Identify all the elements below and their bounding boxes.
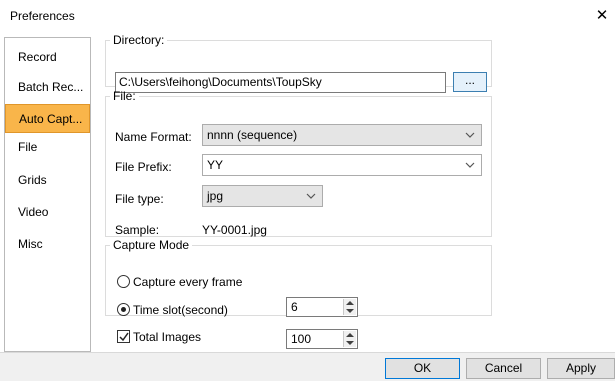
time-slot-value: 6 bbox=[291, 300, 298, 314]
ok-button[interactable]: OK bbox=[385, 358, 460, 379]
cancel-button[interactable]: Cancel bbox=[466, 358, 541, 379]
directory-legend: Directory: bbox=[113, 33, 165, 47]
sidebar-item-record[interactable]: Record bbox=[5, 43, 90, 72]
chevron-down-icon bbox=[306, 186, 316, 199]
file-type-value: jpg bbox=[207, 189, 224, 203]
capture-every-frame-label[interactable]: Capture every frame bbox=[133, 275, 242, 289]
file-prefix-value: YY bbox=[207, 158, 224, 172]
arrow-down-icon[interactable] bbox=[346, 341, 354, 345]
total-images-checkbox[interactable] bbox=[117, 330, 130, 343]
sidebar-item-auto-capture[interactable]: Auto Capt... bbox=[5, 104, 90, 133]
time-slot-radio[interactable] bbox=[117, 303, 130, 316]
directory-group: Directory: C:\Users\feihong\Documents\To… bbox=[105, 33, 492, 93]
capture-every-frame-radio[interactable] bbox=[117, 275, 130, 288]
spinner-arrows[interactable] bbox=[343, 331, 356, 347]
file-legend: File: bbox=[113, 89, 136, 103]
sidebar-item-video[interactable]: Video bbox=[5, 198, 90, 227]
arrow-up-icon[interactable] bbox=[346, 333, 354, 337]
arrow-up-icon[interactable] bbox=[346, 301, 354, 305]
sample-label: Sample: bbox=[115, 223, 160, 237]
file-group: File: Name Format: nnnn (sequence) File … bbox=[105, 89, 492, 237]
capture-mode-legend: Capture Mode bbox=[113, 238, 190, 252]
file-type-label: File type: bbox=[115, 192, 164, 206]
total-images-spinner[interactable]: 100 bbox=[286, 329, 358, 349]
spinner-arrows[interactable] bbox=[343, 299, 356, 315]
dialog-footer: OK Cancel Apply bbox=[0, 352, 615, 381]
total-images-label[interactable]: Total Images bbox=[133, 330, 201, 344]
sidebar-item-grids[interactable]: Grids bbox=[5, 166, 90, 195]
name-format-value: nnnn (sequence) bbox=[207, 128, 298, 142]
time-slot-spinner[interactable]: 6 bbox=[286, 297, 358, 317]
sidebar-item-misc[interactable]: Misc bbox=[5, 230, 90, 259]
total-images-value: 100 bbox=[291, 332, 312, 346]
file-prefix-combo[interactable]: YY bbox=[202, 154, 482, 176]
file-type-select[interactable]: jpg bbox=[202, 185, 323, 207]
chevron-down-icon bbox=[465, 125, 475, 138]
window-title: Preferences bbox=[10, 9, 75, 23]
file-prefix-label: File Prefix: bbox=[115, 160, 172, 174]
capture-mode-group: Capture Mode Capture every frame Time sl… bbox=[105, 238, 492, 317]
close-icon[interactable]: ✕ bbox=[590, 4, 614, 28]
name-format-label: Name Format: bbox=[115, 130, 192, 144]
apply-button[interactable]: Apply bbox=[547, 358, 615, 379]
sample-value: YY-0001.jpg bbox=[202, 223, 267, 237]
sidebar: Record Batch Rec... Auto Capt... File Gr… bbox=[4, 37, 91, 352]
chevron-down-icon bbox=[465, 155, 475, 168]
name-format-select[interactable]: nnnn (sequence) bbox=[202, 124, 482, 146]
sidebar-item-file[interactable]: File bbox=[5, 133, 90, 162]
settings-panel: Directory: C:\Users\feihong\Documents\To… bbox=[99, 33, 615, 352]
time-slot-label[interactable]: Time slot(second) bbox=[133, 303, 228, 317]
sidebar-item-batch-record[interactable]: Batch Rec... bbox=[5, 73, 90, 102]
title-bar: Preferences ✕ bbox=[0, 0, 615, 31]
arrow-down-icon[interactable] bbox=[346, 309, 354, 313]
